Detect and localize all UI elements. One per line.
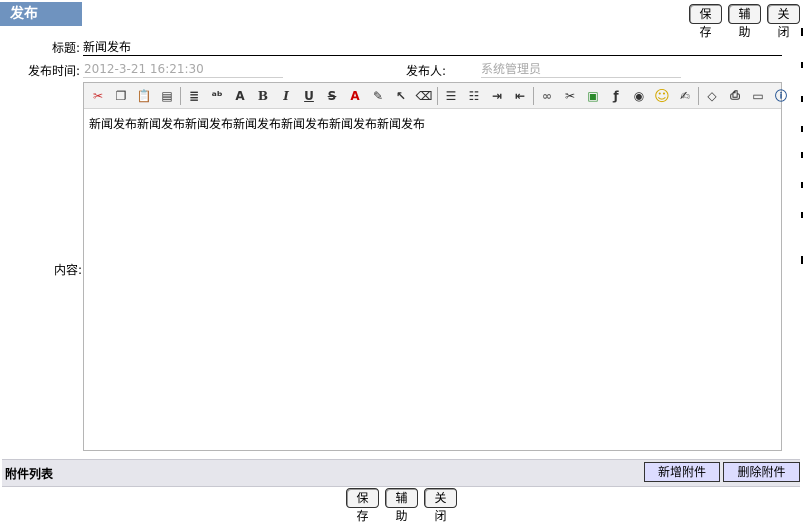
page-title: 发布 bbox=[0, 2, 82, 26]
indent-icon[interactable]: ⇥ bbox=[487, 86, 507, 106]
title-input[interactable]: 新闻发布 bbox=[83, 38, 131, 55]
font-size-icon[interactable]: A bbox=[230, 86, 250, 106]
toolbar-separator bbox=[533, 86, 534, 105]
align-icon[interactable]: ☰ bbox=[441, 86, 461, 106]
unlink-icon[interactable]: ✂ bbox=[560, 86, 580, 106]
strikethrough-icon[interactable]: S bbox=[322, 86, 342, 106]
content-label: 内容: bbox=[53, 263, 82, 277]
publisher-label: 发布人: bbox=[405, 64, 446, 78]
scroll-mark bbox=[801, 96, 803, 102]
publisher-underline bbox=[481, 77, 681, 78]
delete-attachment-button[interactable]: 删除附件 bbox=[723, 462, 800, 482]
print-icon[interactable]: ⎙ bbox=[725, 86, 745, 106]
save-button[interactable]: 保存 bbox=[689, 4, 722, 39]
preview-icon[interactable]: ▭ bbox=[748, 86, 768, 106]
edit-icon[interactable]: ✍ bbox=[675, 86, 695, 106]
emoticon-icon[interactable]: ☺ bbox=[652, 86, 672, 106]
media-icon[interactable]: ◉ bbox=[629, 86, 649, 106]
publisher-input[interactable]: 系统管理员 bbox=[481, 60, 541, 77]
source-code-icon[interactable]: ◇ bbox=[702, 86, 722, 106]
outdent-icon[interactable]: ⇤ bbox=[510, 86, 530, 106]
scroll-mark bbox=[801, 212, 803, 218]
time-input[interactable]: 2012-3-21 16:21:30 bbox=[84, 62, 204, 76]
cut-icon[interactable]: ✂ bbox=[88, 86, 108, 106]
title-underline bbox=[83, 55, 782, 56]
rich-text-editor[interactable]: ✂ ❐ 📋 ▤ ≣ ᵃᵇ A B I U S A ✎ ↖ ⌫ ☰ ☷ ⇥ ⇤ ∞ ✂ ▣ ƒ ◉ ☺ ✍ ◇ ⎙ ▭ ⓘ 新闻发布新闻发布… bbox=[83, 82, 787, 451]
paste-text-icon[interactable]: ▤ bbox=[157, 86, 177, 106]
scroll-mark bbox=[801, 126, 803, 132]
underline-icon[interactable]: U bbox=[299, 86, 319, 106]
scroll-mark bbox=[801, 152, 803, 158]
link-icon[interactable]: ∞ bbox=[537, 86, 557, 106]
font-color-icon[interactable]: A bbox=[345, 86, 365, 106]
scroll-mark bbox=[801, 256, 803, 264]
copy-icon[interactable]: ❐ bbox=[111, 86, 131, 106]
eraser-icon[interactable]: ⌫ bbox=[414, 86, 434, 106]
bold-icon[interactable]: B bbox=[253, 86, 273, 106]
time-label: 发布时间: bbox=[27, 64, 80, 78]
paste-icon[interactable]: 📋 bbox=[134, 86, 154, 106]
toolbar-separator bbox=[180, 86, 181, 105]
assist-button[interactable]: 辅助 bbox=[728, 4, 761, 39]
italic-icon[interactable]: I bbox=[276, 86, 296, 106]
save-button-bottom[interactable]: 保存 bbox=[346, 488, 379, 523]
image-icon[interactable]: ▣ bbox=[583, 86, 603, 106]
time-underline bbox=[83, 77, 283, 78]
editor-content[interactable]: 新闻发布新闻发布新闻发布新闻发布新闻发布新闻发布新闻发布 bbox=[89, 115, 425, 132]
title-label: 标题: bbox=[51, 41, 80, 55]
scroll-mark bbox=[801, 62, 803, 68]
scroll-mark bbox=[801, 182, 803, 188]
bullet-list-icon[interactable]: ☷ bbox=[464, 86, 484, 106]
flash-icon[interactable]: ƒ bbox=[606, 86, 626, 106]
close-button[interactable]: 关闭 bbox=[767, 4, 800, 39]
attachment-list-title: 附件列表 bbox=[5, 467, 54, 481]
toolbar-separator bbox=[698, 86, 699, 105]
select-icon[interactable]: ↖ bbox=[391, 86, 411, 106]
assist-button-bottom[interactable]: 辅助 bbox=[385, 488, 418, 523]
line-spacing-icon[interactable]: ≣ bbox=[184, 86, 204, 106]
attachment-bar: 附件列表 新增附件 删除附件 bbox=[2, 459, 800, 487]
about-icon[interactable]: ⓘ bbox=[771, 86, 791, 106]
scroll-mark bbox=[801, 28, 803, 36]
highlight-icon[interactable]: ✎ bbox=[368, 86, 388, 106]
add-attachment-button[interactable]: 新增附件 bbox=[644, 462, 720, 482]
spellcheck-icon[interactable]: ᵃᵇ bbox=[207, 86, 227, 106]
editor-toolbar: ✂ ❐ 📋 ▤ ≣ ᵃᵇ A B I U S A ✎ ↖ ⌫ ☰ ☷ ⇥ ⇤ ∞ ✂ ▣ ƒ ◉ ☺ ✍ ◇ ⎙ ▭ ⓘ bbox=[84, 83, 787, 109]
toolbar-separator bbox=[437, 86, 438, 105]
close-button-bottom[interactable]: 关闭 bbox=[424, 488, 457, 523]
